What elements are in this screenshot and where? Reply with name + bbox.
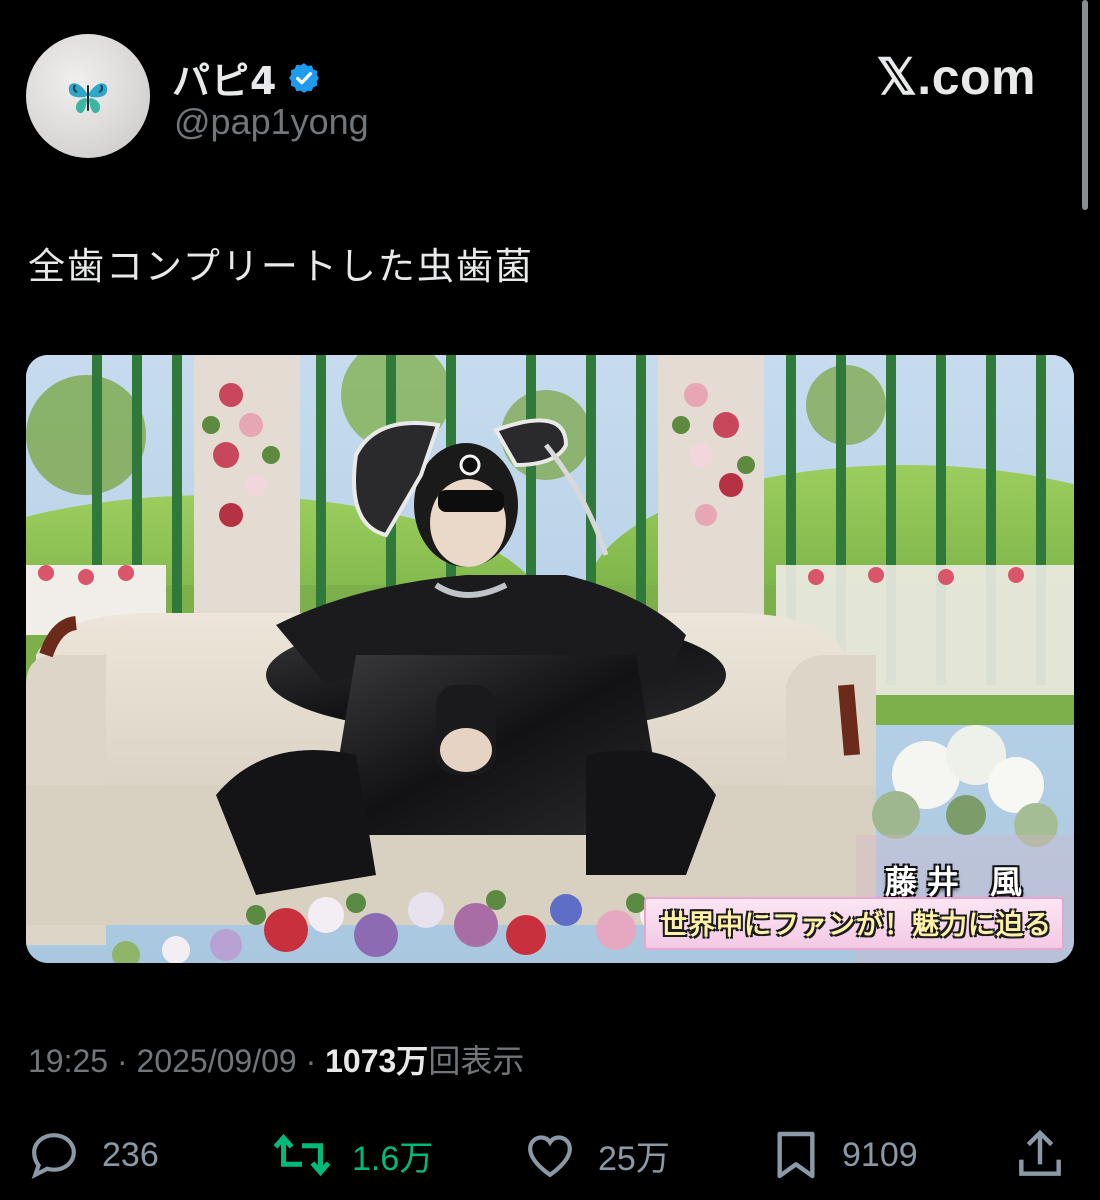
author-handle[interactable]: @pap1yong xyxy=(174,101,369,143)
author-name-row[interactable]: パピ4 xyxy=(172,50,321,105)
repost-count: 1.6万 xyxy=(352,1139,434,1178)
reply-icon xyxy=(31,1133,76,1180)
action-bar: 236 1.6万 25万 9109 xyxy=(0,1125,1100,1185)
meta-separator-2: · xyxy=(305,1043,317,1079)
bookmark-button[interactable]: 9109 xyxy=(770,1125,918,1185)
like-button[interactable]: 25万 xyxy=(522,1125,670,1185)
share-icon xyxy=(1019,1129,1061,1176)
heart-icon xyxy=(528,1135,572,1178)
reply-button[interactable]: 236 xyxy=(26,1125,159,1185)
tv-caption-band: 世界中にファンが！魅力に迫る xyxy=(644,897,1064,950)
repost-icon xyxy=(273,1133,331,1177)
views-unit: 万 xyxy=(396,1043,429,1079)
author-display-name[interactable]: パピ4 xyxy=(172,50,277,105)
bookmark-count: 9109 xyxy=(842,1135,918,1174)
tweet-time[interactable]: 19:25 xyxy=(28,1043,108,1079)
tweet-meta: 19:25 · 2025/09/09 · 1073万回表示 xyxy=(28,1036,524,1082)
tweet-media-image[interactable]: 藤井 風 世界中にファンが！魅力に迫る xyxy=(26,355,1074,963)
tweet-date[interactable]: 2025/09/09 xyxy=(137,1043,297,1079)
avatar[interactable] xyxy=(26,34,150,158)
meta-separator: · xyxy=(116,1043,128,1079)
bookmark-icon xyxy=(777,1131,815,1179)
scrollbar[interactable] xyxy=(1082,0,1088,210)
repost-button[interactable]: 1.6万 xyxy=(272,1125,433,1185)
views-count: 1073 xyxy=(325,1043,397,1079)
verified-badge-icon xyxy=(289,62,320,93)
reply-count: 236 xyxy=(102,1135,159,1174)
x-brand-logo: 𝕏.com xyxy=(876,49,1036,105)
views-label: 回表示 xyxy=(428,1043,525,1079)
like-count: 25万 xyxy=(598,1139,670,1178)
share-button[interactable] xyxy=(1014,1125,1066,1185)
butterfly-icon xyxy=(68,83,108,114)
tweet-text: 全歯コンプリートした虫歯菌 xyxy=(28,245,534,288)
tv-caption-subtitle: 世界中にファンが！魅力に迫る xyxy=(660,910,1052,941)
